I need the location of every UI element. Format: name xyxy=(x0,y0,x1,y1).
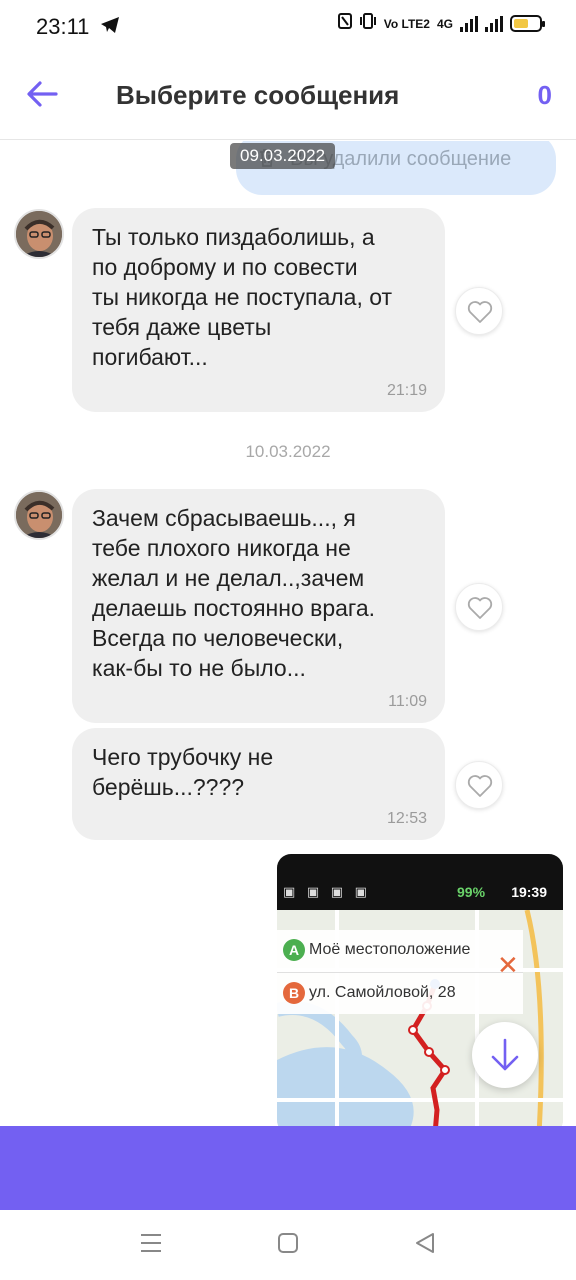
marker-a-icon: A xyxy=(283,939,305,961)
back-triangle-icon[interactable] xyxy=(414,1232,436,1259)
message-list[interactable]: Вы удалили сообщение 09.03.2022 Ты тольк… xyxy=(0,141,576,1126)
route-to-text: ул. Самойловой, 28 xyxy=(309,984,456,1001)
like-heart-icon[interactable] xyxy=(455,287,503,335)
status-icons: Vo LTE2 4G xyxy=(337,13,545,34)
message-text-3: Чего трубочку не берёшь...???? xyxy=(92,744,274,800)
route-from-text: Моё местоположение xyxy=(309,941,471,958)
image-app-icons: ▣ ▣ ▣ ▣ xyxy=(283,884,371,899)
scroll-down-button[interactable] xyxy=(472,1022,538,1088)
system-navigation-bar xyxy=(0,1210,576,1280)
message-time-3: 12:53 xyxy=(386,810,427,827)
message-text: Ты только пиздаболишь, а по доброму и по… xyxy=(92,224,393,370)
page-title: Выберите сообщения xyxy=(116,80,400,110)
back-arrow-icon[interactable] xyxy=(24,78,68,116)
selected-count: 0 xyxy=(537,80,552,110)
image-battery-percent: 99% xyxy=(457,884,486,900)
status-time: 23:11 xyxy=(36,14,90,39)
message-bubble-3[interactable]: Чего трубочку не берёшь...???? 12:53 xyxy=(72,728,445,840)
vibrate-icon xyxy=(359,13,377,34)
status-bar: 23:11 Vo LTE2 4G xyxy=(0,0,576,52)
message-time: 21:19 xyxy=(386,382,427,399)
home-icon[interactable] xyxy=(277,1232,299,1259)
message-bubble-2[interactable]: Зачем сбрасываешь..., я тебе плохого ник… xyxy=(72,489,445,723)
volte-label: Vo LTE2 xyxy=(383,16,430,31)
date-separator-2: 10.03.2022 xyxy=(245,442,331,461)
menu-icon[interactable] xyxy=(140,1232,162,1259)
battery-icon xyxy=(510,15,545,32)
route-from-card: A Моё местоположение xyxy=(277,930,523,972)
avatar[interactable] xyxy=(14,209,64,259)
like-heart-icon-2[interactable] xyxy=(455,583,503,631)
image-status-time: 19:39 xyxy=(511,884,547,900)
message-time-2: 11:09 xyxy=(388,693,427,710)
message-bubble[interactable]: Ты только пиздаболишь, а по доброму и по… xyxy=(72,208,445,412)
selection-header: Выберите сообщения 0 xyxy=(0,52,576,140)
signal-icon-2 xyxy=(485,15,503,32)
selection-action-bar[interactable] xyxy=(0,1126,576,1210)
signal-icon xyxy=(460,15,478,32)
network-type-label: 4G xyxy=(436,16,453,31)
message-text-2: Зачем сбрасываешь..., я тебе плохого ник… xyxy=(92,505,375,681)
nfc-icon xyxy=(337,13,352,34)
image-status-bar: ▣ ▣ ▣ ▣ 99% 19:39 xyxy=(277,854,563,910)
telegram-icon xyxy=(100,16,120,39)
like-heart-icon-3[interactable] xyxy=(455,761,503,809)
route-to-card: B ул. Самойловой, 28 xyxy=(277,972,523,1014)
marker-b-icon: B xyxy=(283,982,305,1004)
image-message[interactable]: ▣ ▣ ▣ ▣ 99% 19:39 A Моё местоположение B… xyxy=(277,854,563,1126)
date-separator: 09.03.2022 xyxy=(230,143,336,169)
avatar-2[interactable] xyxy=(14,490,64,540)
map-preview: A Моё местоположение B ул. Самойловой, 2… xyxy=(277,910,563,1126)
route-close-icon: ✕ xyxy=(497,950,519,980)
